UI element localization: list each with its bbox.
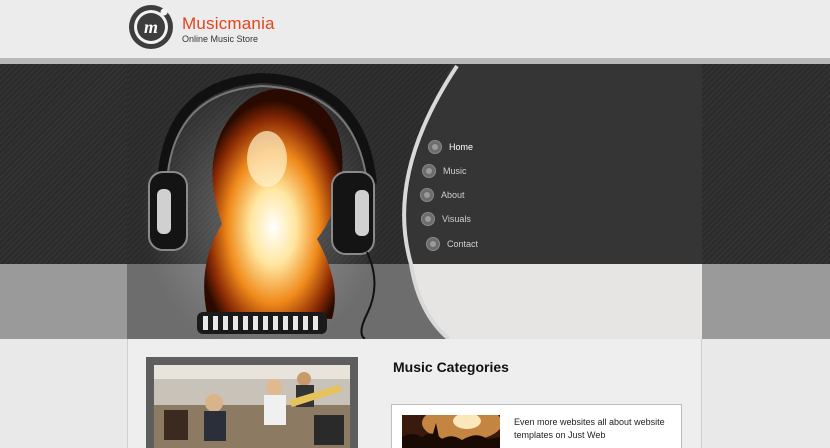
hero-lower-right [702,264,830,339]
bullet-icon [428,140,442,154]
site-subtitle: Online Music Store [182,34,259,44]
bullet-icon [422,164,436,178]
bullet-icon [420,188,434,202]
concert-image [402,415,500,448]
nav-label: About [441,190,465,200]
bullet-icon [421,212,435,226]
hero-band-left [0,64,127,264]
site-title[interactable]: Musicmania [182,14,275,34]
section-title: Music Categories [393,359,509,375]
music-logo-icon[interactable]: m [128,4,174,50]
logo-letter: m [144,17,158,37]
site-header: m Musicmania Online Music Store [0,0,830,59]
category-thumbnail[interactable] [402,415,500,448]
bullet-icon [426,237,440,251]
featured-photo[interactable] [154,365,350,448]
nav-label: Music [443,166,467,176]
nav-label: Home [449,142,474,152]
category-description: Even more websites all about website tem… [514,417,665,440]
nav-item-home[interactable]: Home [428,140,473,154]
hero-lower-left [0,264,127,339]
hero-banner [127,64,702,339]
nav-item-music[interactable]: Music [422,164,467,178]
nav-label: Visuals [442,214,471,224]
nav-label: Contact [447,239,479,249]
nav-item-about[interactable]: About [420,188,465,202]
nav-item-visuals[interactable]: Visuals [421,212,471,226]
nav-item-contact[interactable]: Contact [426,237,478,251]
band-photo-image [154,365,350,448]
hero-band-right [702,64,830,264]
hero-artwork [127,64,702,339]
